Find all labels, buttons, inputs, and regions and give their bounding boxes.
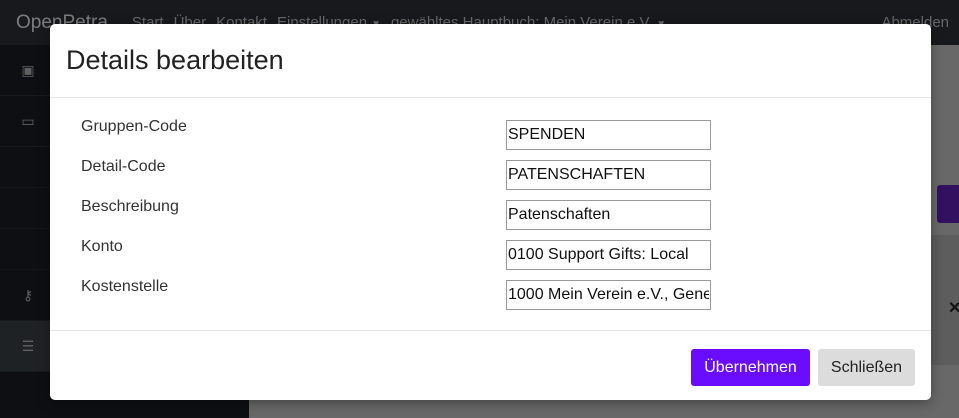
detail-code-input[interactable] [506,160,711,190]
dialog-header: Details bearbeiten [50,24,931,98]
cost-centre-label: Kostenstelle [81,278,169,295]
apply-button[interactable]: Übernehmen [691,349,810,386]
dialog-title: Details bearbeiten [66,45,284,75]
edit-details-dialog: Details bearbeiten Gruppen-Code Detail-C… [50,24,931,400]
field-row-detail-code: Detail-Code [50,158,931,198]
field-row-group-code: Gruppen-Code [50,118,931,158]
dialog-body: Gruppen-Code Detail-Code Beschreibung Ko… [50,98,931,331]
cost-centre-input[interactable] [506,280,711,310]
detail-code-label: Detail-Code [81,158,166,175]
field-row-description: Beschreibung [50,198,931,238]
account-label: Konto [81,238,123,255]
description-input[interactable] [506,200,711,230]
dialog-footer: Übernehmen Schließen [50,331,931,401]
description-label: Beschreibung [81,198,179,215]
close-button[interactable]: Schließen [818,349,915,386]
account-input[interactable] [506,240,711,270]
group-code-label: Gruppen-Code [81,118,187,135]
group-code-input[interactable] [506,120,711,150]
field-row-account: Konto [50,238,931,278]
field-row-cost-centre: Kostenstelle [50,278,931,318]
